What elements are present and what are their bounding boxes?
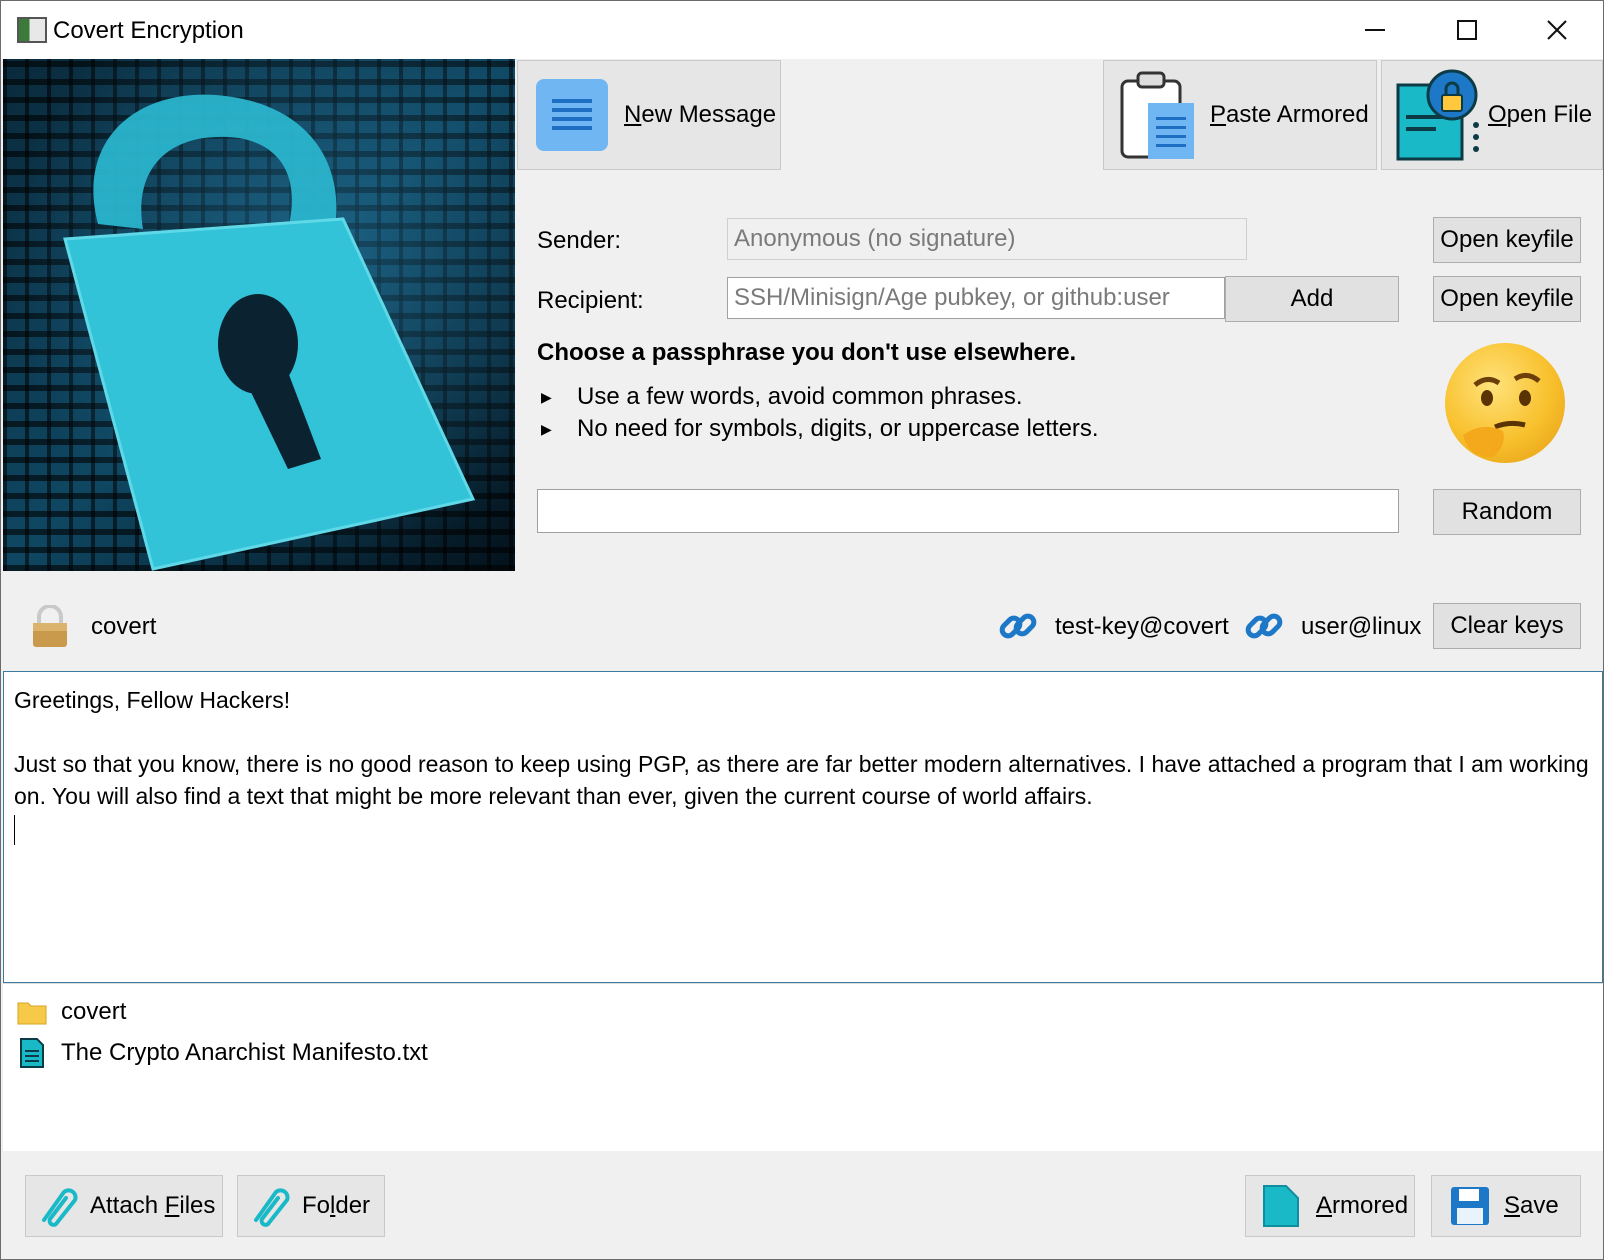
passphrase-heading: Choose a passphrase you don't use elsewh… [537, 339, 1077, 366]
padlock-icon [63, 94, 476, 571]
new-message-button[interactable]: New Message [517, 60, 781, 170]
recipient-label: Recipient: [537, 287, 644, 314]
bullet-triangle-icon: ▶ [541, 420, 552, 437]
maximize-icon [1457, 20, 1477, 40]
recipient-open-keyfile-button[interactable]: Open keyfile [1433, 276, 1581, 322]
thinking-face-icon [1445, 343, 1565, 463]
document-icon [1263, 1185, 1299, 1227]
message-editor[interactable]: Greetings, Fellow Hackers! Just so that … [3, 671, 1603, 983]
random-passphrase-button[interactable]: Random [1433, 489, 1581, 535]
padlock-hero-image [3, 59, 515, 571]
attach-files-button[interactable]: Attach Files [25, 1175, 223, 1237]
link-icon [999, 613, 1037, 639]
attachment-item[interactable]: covert [17, 998, 126, 1026]
message-body: Just so that you know, there is no good … [14, 751, 1596, 809]
recipient-key-chip[interactable]: test-key@covert [1055, 613, 1229, 641]
paste-armored-button[interactable]: Paste Armored [1103, 60, 1377, 170]
text-caret [14, 814, 15, 845]
attachment-list: covert The Crypto Anarchist Manifesto.tx… [3, 983, 1603, 1151]
app-icon [17, 17, 47, 43]
paperclip-icon [254, 1188, 290, 1227]
minimize-button[interactable] [1329, 1, 1421, 59]
message-greeting: Greetings, Fellow Hackers! [14, 687, 291, 713]
folder-icon [17, 1002, 47, 1025]
clipboard-icon [1120, 71, 1194, 159]
tip-item: ▶ Use a few words, avoid common phrases. [541, 383, 1023, 410]
save-label: Save [1504, 1192, 1559, 1219]
paperclip-icon [42, 1188, 78, 1227]
paste-armored-label: Paste Armored [1210, 101, 1369, 128]
attach-folder-label: Folder [302, 1192, 371, 1219]
add-recipient-button[interactable]: Add [1225, 276, 1399, 322]
tip-item: ▶ No need for symbols, digits, or upperca… [541, 415, 1099, 442]
text-file-icon [20, 1038, 44, 1068]
close-button[interactable] [1511, 1, 1603, 59]
attach-files-label: Attach Files [90, 1192, 216, 1219]
sender-label: Sender: [537, 227, 622, 254]
own-key-label: covert [91, 613, 157, 640]
sender-open-keyfile-button[interactable]: Open keyfile [1433, 217, 1581, 263]
attach-folder-button[interactable]: Folder [237, 1175, 385, 1237]
open-file-label: Open File [1488, 101, 1593, 128]
passphrase-input[interactable] [537, 489, 1399, 533]
document-lines-icon [536, 79, 608, 151]
minimize-icon [1365, 29, 1385, 31]
maximize-button[interactable] [1421, 1, 1513, 59]
close-icon [1547, 20, 1567, 40]
window-title: Covert Encryption [53, 17, 244, 44]
armored-button[interactable]: Armored [1245, 1175, 1415, 1237]
lock-icon [33, 605, 67, 647]
floppy-disk-icon [1451, 1187, 1489, 1225]
new-message-label: New Message [624, 101, 777, 128]
clear-keys-button[interactable]: Clear keys [1433, 603, 1581, 649]
attachment-item[interactable]: The Crypto Anarchist Manifesto.txt [17, 1038, 428, 1068]
title-bar: Covert Encryption [1, 1, 1603, 59]
open-file-button[interactable]: Open File [1381, 60, 1603, 170]
recipient-input[interactable]: SSH/Minisign/Age pubkey, or github:user [727, 277, 1225, 319]
recipient-key-chip[interactable]: user@linux [1301, 613, 1421, 641]
armored-label: Armored [1316, 1192, 1409, 1219]
link-icon [1245, 613, 1283, 639]
encrypted-file-icon [1396, 69, 1479, 161]
save-button[interactable]: Save [1431, 1175, 1581, 1237]
bullet-triangle-icon: ▶ [541, 388, 552, 405]
app-window: Covert Encryption New Message Paste Armo… [0, 0, 1604, 1260]
sender-field[interactable]: Anonymous (no signature) [727, 218, 1247, 260]
